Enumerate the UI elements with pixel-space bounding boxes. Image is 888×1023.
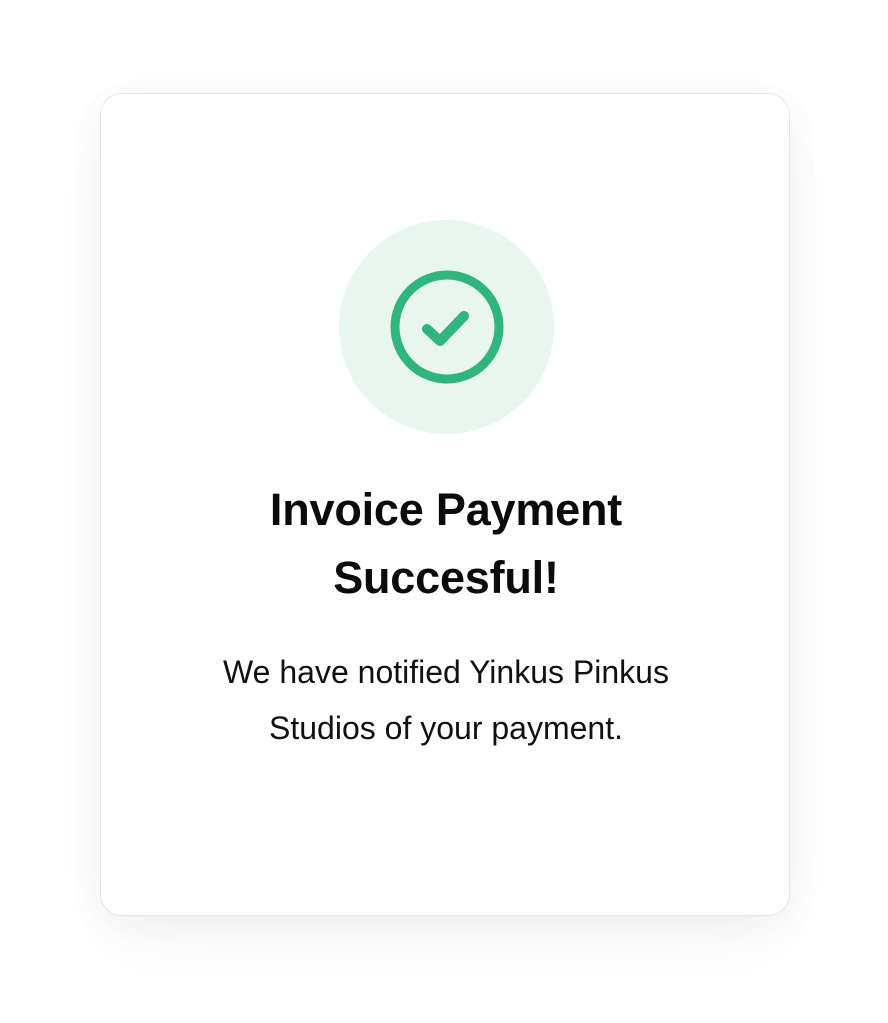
success-message-line-1: We have notified Yinkus Pinkus: [223, 654, 669, 690]
success-title-line-2: Succesful!: [333, 552, 559, 603]
success-message-line-2: Studios of your payment.: [269, 710, 623, 746]
success-title: Invoice Payment Succesful!: [101, 476, 791, 612]
success-icon-badge: [339, 220, 554, 434]
success-message: We have notified Yinkus Pinkus Studios o…: [101, 644, 791, 756]
check-circle-icon: [390, 270, 503, 384]
success-title-line-1: Invoice Payment: [269, 484, 623, 535]
payment-success-card: Invoice Payment Succesful! We have notif…: [100, 93, 790, 916]
